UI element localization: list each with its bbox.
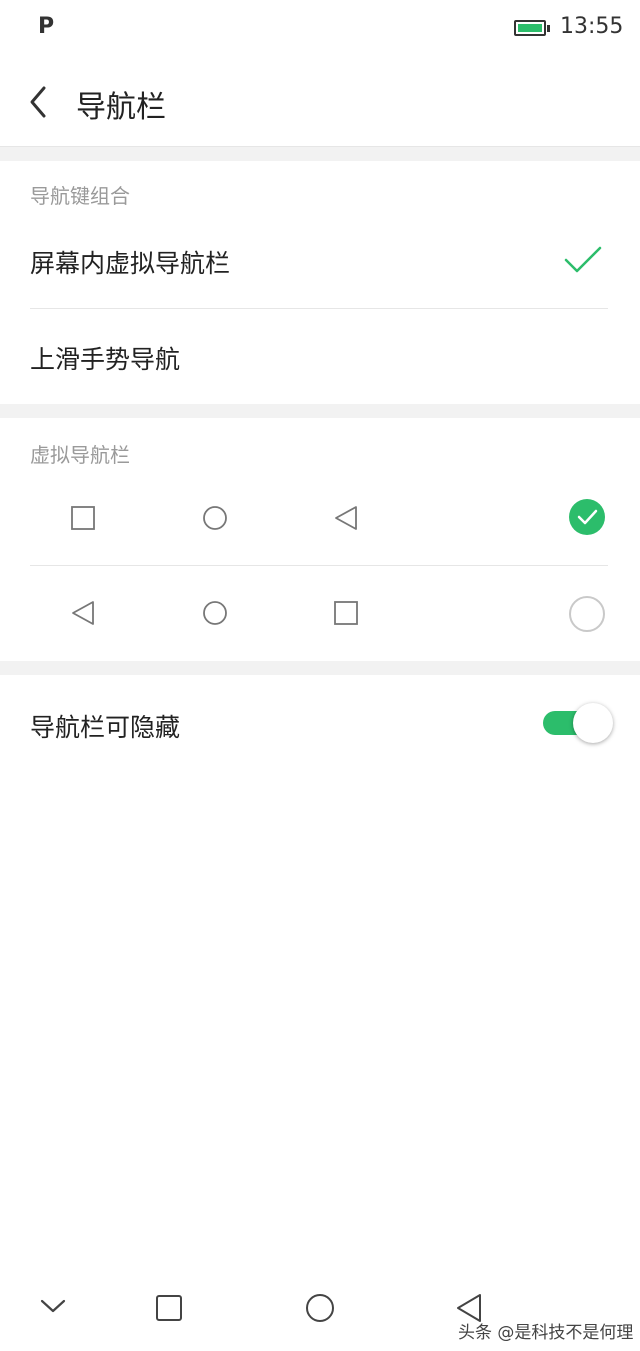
section-divider — [0, 146, 640, 161]
layout-option-2[interactable] — [0, 566, 640, 661]
triangle-left-icon — [335, 506, 357, 530]
setting-label: 导航栏可隐藏 — [30, 713, 181, 742]
square-icon[interactable] — [155, 1294, 183, 1322]
hide-nav-toggle[interactable] — [543, 701, 613, 745]
checkmark-icon — [564, 246, 602, 273]
section-divider — [0, 404, 640, 418]
section-header-virtual-bar: 虚拟导航栏 — [30, 443, 130, 467]
radio-unselected — [569, 596, 605, 632]
back-button[interactable] — [22, 84, 58, 120]
option-gesture-nav[interactable]: 上滑手势导航 — [0, 309, 640, 404]
watermark: 头条 @是科技不是何理 — [458, 1323, 634, 1343]
option-label: 屏幕内虚拟导航栏 — [30, 249, 231, 278]
section-divider — [0, 661, 640, 675]
status-app-icon: P — [38, 14, 55, 39]
square-icon — [334, 601, 358, 625]
status-time: 13:55 — [560, 14, 624, 39]
circle-icon[interactable] — [305, 1293, 335, 1323]
circle-icon — [203, 601, 227, 625]
radio-selected — [569, 499, 605, 535]
chevron-down-icon[interactable] — [39, 1296, 67, 1316]
chevron-left-icon — [30, 86, 46, 118]
setting-hide-nav-bar[interactable]: 导航栏可隐藏 — [0, 676, 640, 771]
checkmark-icon — [577, 509, 598, 525]
option-label: 上滑手势导航 — [30, 345, 181, 374]
section-header-nav-keys: 导航键组合 — [30, 184, 130, 208]
square-icon — [71, 506, 95, 530]
circle-icon — [203, 506, 227, 530]
option-virtual-nav-bar[interactable]: 屏幕内虚拟导航栏 — [0, 215, 640, 307]
battery-charging-icon — [514, 20, 550, 36]
page-title: 导航栏 — [76, 90, 166, 125]
triangle-left-icon — [72, 601, 94, 625]
layout-option-1[interactable] — [0, 470, 640, 565]
